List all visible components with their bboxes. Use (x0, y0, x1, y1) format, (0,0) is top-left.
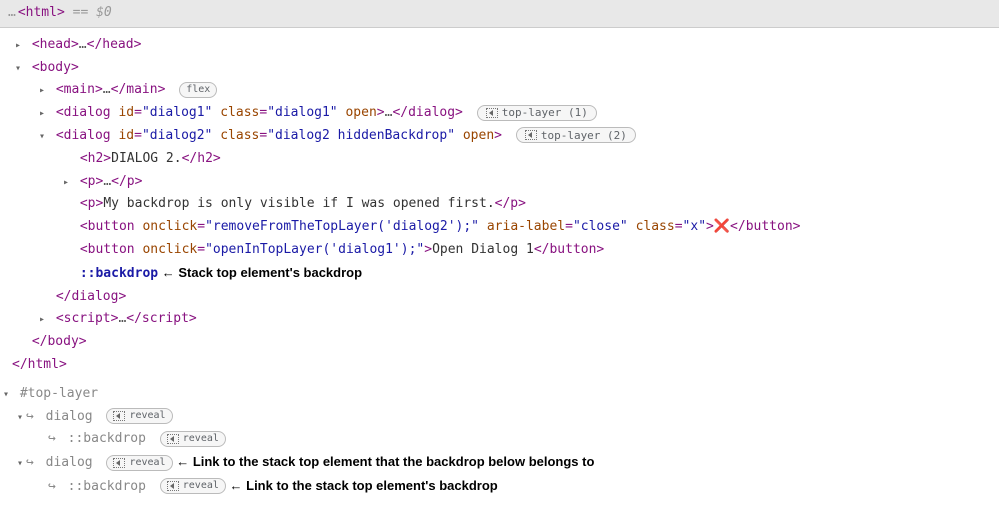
script-node[interactable]: <script>…</script> (0, 308, 999, 331)
body-node-open[interactable]: <body> (0, 57, 999, 80)
top-layer-element-label: dialog (46, 455, 93, 470)
reveal-icon (167, 481, 179, 491)
collapse-toggle-icon[interactable] (14, 456, 26, 472)
backdrop-pseudo-node[interactable]: ::backdrop ← Stack top element's backdro… (0, 262, 999, 286)
expand-toggle-icon[interactable] (60, 175, 72, 191)
breadcrumb-bar: …<html> == $0 (0, 0, 999, 28)
reveal-badge[interactable]: reveal (106, 455, 172, 471)
top-layer-element-label: dialog (46, 409, 93, 424)
reveal-icon (167, 434, 179, 444)
top-layer-section[interactable]: #top-layer ↪ dialog reveal↪ ::backdrop r… (0, 383, 999, 509)
root-html-tag[interactable]: <html> (18, 5, 65, 20)
link-arrow-icon: ↪ (26, 455, 34, 470)
top-layer-element-label: ::backdrop (68, 479, 146, 494)
expand-toggle-icon[interactable] (36, 106, 48, 122)
p-text-node[interactable]: <p>My backdrop is only visible if I was … (0, 193, 999, 216)
top-layer-row[interactable]: ↪ dialog reveal ← Link to the stack top … (0, 451, 999, 475)
top-layer-row[interactable]: ↪ ::backdrop reveal (0, 428, 999, 451)
ellipsis-icon: … (8, 5, 16, 20)
top-layer-row[interactable]: ↪ ::backdrop reveal ← Link to the stack … (0, 475, 999, 499)
dialog2-node-close[interactable]: </dialog> (0, 286, 999, 309)
collapse-toggle-icon[interactable] (14, 410, 26, 426)
reveal-badge[interactable]: reveal (160, 478, 226, 494)
top-layer-element-label: ::backdrop (68, 431, 146, 446)
close-button-node[interactable]: <button onclick="removeFromTheTopLayer('… (0, 216, 999, 239)
link-arrow-icon: ↪ (48, 479, 56, 494)
expand-toggle-icon[interactable] (36, 83, 48, 99)
link-arrow-icon: ↪ (26, 409, 34, 424)
annotation-text: Stack top element's backdrop (178, 265, 362, 280)
h2-node[interactable]: <h2>DIALOG 2.</h2> (0, 148, 999, 171)
top-layer-badge-1[interactable]: top-layer (1) (477, 105, 597, 121)
annotation-text: Link to the stack top element that the b… (193, 454, 595, 469)
link-arrow-icon: ↪ (48, 431, 56, 446)
reveal-icon (486, 108, 498, 118)
annotation-text: Link to the stack top element's backdrop (246, 478, 498, 493)
body-node-close[interactable]: </body> (0, 331, 999, 354)
dialog2-node-open[interactable]: <dialog id="dialog2" class="dialog2 hidd… (0, 125, 999, 148)
top-layer-row[interactable]: ↪ dialog reveal (0, 406, 999, 429)
collapse-toggle-icon[interactable] (36, 129, 48, 145)
reveal-icon (113, 458, 125, 468)
reveal-badge[interactable]: reveal (160, 431, 226, 447)
collapse-toggle-icon[interactable] (0, 387, 12, 403)
main-node[interactable]: <main>…</main> flex (0, 79, 999, 102)
dialog1-node[interactable]: <dialog id="dialog1" class="dialog1" ope… (0, 102, 999, 125)
expand-toggle-icon[interactable] (36, 312, 48, 328)
close-x-icon: ❌ (714, 219, 730, 234)
top-layer-header[interactable]: #top-layer (0, 383, 999, 406)
top-layer-badge-2[interactable]: top-layer (2) (516, 127, 636, 143)
collapse-toggle-icon[interactable] (12, 61, 24, 77)
p-collapsed-node[interactable]: <p>…</p> (0, 171, 999, 194)
reveal-badge[interactable]: reveal (106, 408, 172, 424)
reveal-icon (113, 411, 125, 421)
dom-tree[interactable]: <head>…</head> <body> <main>…</main> fle… (0, 28, 999, 383)
console-selector: == $0 (65, 5, 112, 20)
html-node-close[interactable]: </html> (0, 354, 999, 377)
flex-badge[interactable]: flex (179, 82, 217, 98)
reveal-icon (525, 130, 537, 140)
head-node[interactable]: <head>…</head> (0, 34, 999, 57)
expand-toggle-icon[interactable] (12, 38, 24, 54)
open-dialog1-button-node[interactable]: <button onclick="openInTopLayer('dialog1… (0, 239, 999, 262)
